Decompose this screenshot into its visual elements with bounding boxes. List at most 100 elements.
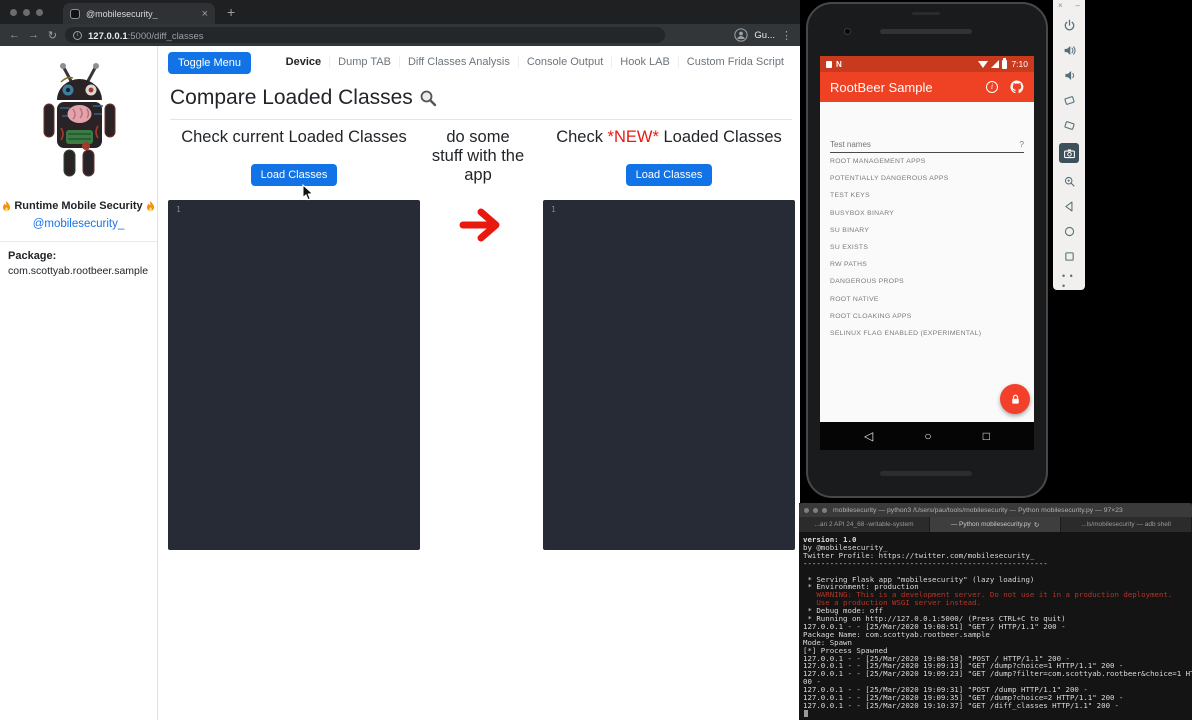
emu-back-icon[interactable]: [1062, 199, 1076, 213]
list-header: Test names: [830, 140, 1020, 149]
right-column-title: Check *NEW* Loaded Classes: [543, 128, 795, 147]
sidebar-title: Runtime Mobile Security: [14, 200, 142, 212]
status-bar: N 7:10: [820, 56, 1034, 72]
screenshot-icon[interactable]: [1059, 143, 1079, 163]
volume-down-icon[interactable]: [1062, 68, 1076, 82]
toggle-menu-button[interactable]: Toggle Menu: [168, 52, 251, 74]
test-row[interactable]: DANGEROUS PROPS: [830, 273, 1034, 290]
terminal-minimize-icon[interactable]: [813, 508, 818, 513]
android-back-button[interactable]: ◁: [864, 430, 873, 442]
browser-tabstrip: @mobilesecurity_ × +: [0, 0, 800, 24]
terminal-window: mobilesecurity — python3 /Users/pau/tool…: [799, 503, 1192, 720]
browser-menu-icon[interactable]: ⋮: [781, 29, 792, 42]
terminal-line: ----------------------------------------…: [803, 560, 1192, 568]
volume-up-icon[interactable]: [1062, 43, 1076, 57]
emu-home-icon[interactable]: [1062, 224, 1076, 238]
emulator-toolbar: × – • • •: [1053, 0, 1085, 290]
rms-sidebar: Runtime Mobile Security @mobilesecurity_…: [0, 46, 158, 720]
phone-sensor: [912, 12, 940, 15]
test-row[interactable]: SELINUX FLAG ENABLED (EXPERIMENTAL): [830, 325, 1034, 342]
terminal-window-controls[interactable]: [804, 508, 827, 513]
load-classes-button-right[interactable]: Load Classes: [626, 164, 713, 186]
test-row[interactable]: TEST KEYS: [830, 187, 1034, 204]
android-overview-button[interactable]: □: [983, 430, 990, 442]
profile-name[interactable]: Gu...: [754, 30, 775, 41]
test-row[interactable]: ROOT MANAGEMENT APPS: [830, 153, 1034, 170]
terminal-zoom-icon[interactable]: [822, 508, 827, 513]
zoom-icon[interactable]: [1062, 174, 1076, 188]
root-check-fab[interactable]: [1000, 384, 1030, 414]
test-row[interactable]: SU EXISTS: [830, 239, 1034, 256]
window-minimize-icon[interactable]: [23, 9, 30, 16]
tab-dump[interactable]: Dump TAB: [329, 56, 399, 68]
test-row[interactable]: RW PATHS: [830, 256, 1034, 273]
tab-device[interactable]: Device: [278, 56, 329, 68]
right-title-prefix: Check: [556, 128, 607, 146]
lock-icon: [1009, 393, 1022, 406]
status-time: 7:10: [1011, 59, 1028, 69]
emu-overview-icon[interactable]: [1062, 249, 1076, 263]
reload-icon[interactable]: ↻: [46, 29, 59, 42]
arrow-right-icon: [458, 203, 506, 247]
terminal-tab-emulator[interactable]: ...an 2 API 24_68 -writable-system: [799, 517, 930, 532]
signal-icon: [991, 60, 999, 68]
magnifier-icon: [419, 89, 437, 107]
app-bar: RootBeer Sample i: [820, 72, 1034, 102]
twitter-handle-link[interactable]: @mobilesecurity_: [0, 218, 157, 230]
terminal-output[interactable]: version: 1.0 by @mobilesecurity_ Twitter…: [799, 532, 1192, 719]
android-nav-bar: ◁ ○ □: [820, 422, 1034, 450]
browser-tab[interactable]: @mobilesecurity_ ×: [63, 3, 215, 24]
test-list: Test names ? ROOT MANAGEMENT APPS POTENT…: [820, 140, 1034, 342]
window-close-icon[interactable]: [10, 9, 17, 16]
terminal-cursor: [804, 710, 808, 717]
rms-android-logo: [19, 54, 139, 196]
new-tab-button[interactable]: +: [227, 4, 235, 20]
profile-avatar-icon[interactable]: [734, 28, 748, 42]
terminal-titlebar[interactable]: mobilesecurity — python3 /Users/pau/tool…: [799, 503, 1192, 517]
phone-camera: [844, 28, 851, 35]
address-bar[interactable]: i 127.0.0.1:5000/diff_classes: [65, 27, 665, 43]
load-classes-button-left[interactable]: Load Classes: [251, 164, 338, 186]
terminal-tab-adb[interactable]: ...ls/mobilesecurity — adb shell: [1061, 517, 1192, 532]
test-row[interactable]: BUSYBOX BINARY: [830, 205, 1034, 222]
site-info-icon[interactable]: i: [73, 31, 82, 40]
forward-icon[interactable]: →: [27, 29, 40, 41]
emulator-close-icon[interactable]: ×: [1058, 1, 1063, 12]
tab-close-icon[interactable]: ×: [202, 9, 208, 19]
github-icon[interactable]: [1010, 80, 1024, 94]
test-row[interactable]: ROOT NATIVE: [830, 291, 1034, 308]
test-row[interactable]: SU BINARY: [830, 222, 1034, 239]
terminal-line: Package Name: com.scottyab.rootbeer.samp…: [803, 631, 1192, 639]
android-home-button[interactable]: ○: [924, 430, 931, 442]
browser-tab-title: @mobilesecurity_: [86, 9, 202, 19]
terminal-close-icon[interactable]: [804, 508, 809, 513]
rotate-left-icon[interactable]: [1062, 93, 1076, 107]
power-icon[interactable]: [1062, 18, 1076, 32]
classes-editor-left[interactable]: 1: [168, 200, 420, 550]
tab-diff-classes[interactable]: Diff Classes Analysis: [399, 56, 518, 68]
rotate-right-icon[interactable]: [1062, 118, 1076, 132]
phone-screen: N 7:10 RootBeer Sample i Test names ? RO…: [820, 56, 1034, 422]
emulator-minimize-icon[interactable]: –: [1076, 1, 1080, 12]
editor-line-number: 1: [543, 200, 795, 214]
help-icon[interactable]: ?: [1020, 140, 1024, 149]
tab-custom-frida[interactable]: Custom Frida Script: [678, 56, 792, 68]
back-icon[interactable]: ←: [8, 29, 21, 41]
main-content: Toggle Menu Device Dump TAB Diff Classes…: [158, 46, 800, 720]
page-content: Runtime Mobile Security @mobilesecurity_…: [0, 46, 800, 720]
emu-more-icon[interactable]: • • •: [1062, 274, 1076, 288]
test-row[interactable]: ROOT CLOAKING APPS: [830, 308, 1034, 325]
classes-editor-right[interactable]: 1: [543, 200, 795, 550]
package-label: Package:: [8, 250, 56, 262]
test-row[interactable]: POTENTIALLY DANGEROUS APPS: [830, 170, 1034, 187]
url-path: :5000/diff_classes: [128, 31, 204, 42]
app-title: RootBeer Sample: [830, 80, 986, 95]
window-controls[interactable]: [10, 9, 43, 16]
fire-icon: [2, 201, 11, 212]
site-favicon: [70, 9, 80, 19]
window-zoom-icon[interactable]: [36, 9, 43, 16]
tab-console-output[interactable]: Console Output: [518, 56, 611, 68]
info-icon[interactable]: i: [986, 81, 998, 93]
terminal-tab-python[interactable]: — Python mobilesecurity.py↻: [930, 517, 1061, 532]
tab-hook-lab[interactable]: Hook LAB: [611, 56, 678, 68]
